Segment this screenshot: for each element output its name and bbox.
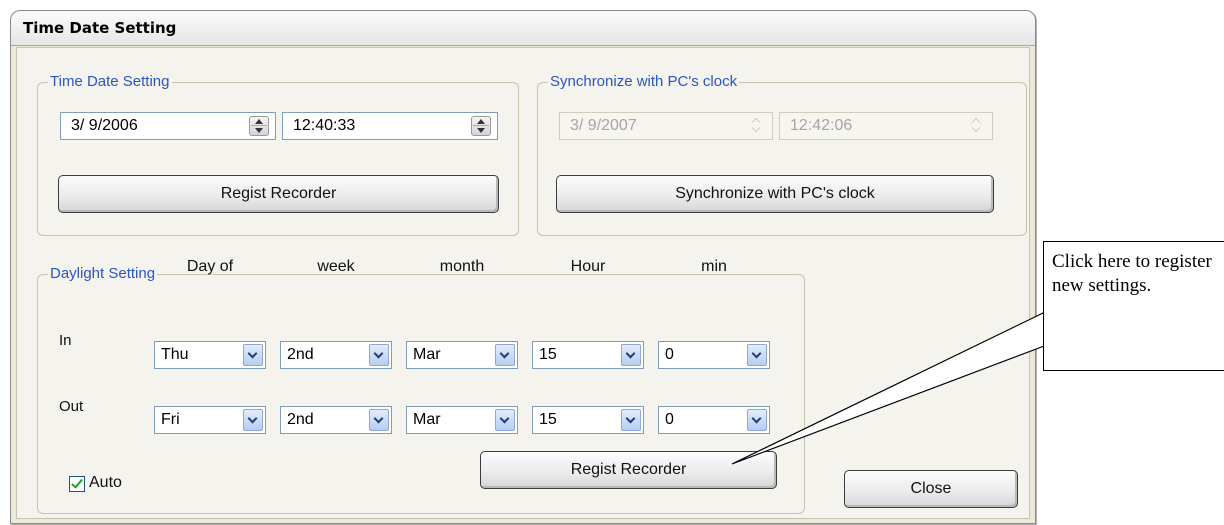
callout-pointer xyxy=(731,312,1061,465)
callout-box: Click here to register new settings. xyxy=(1043,241,1224,371)
callout-text: Click here to register new settings. xyxy=(1052,251,1212,296)
